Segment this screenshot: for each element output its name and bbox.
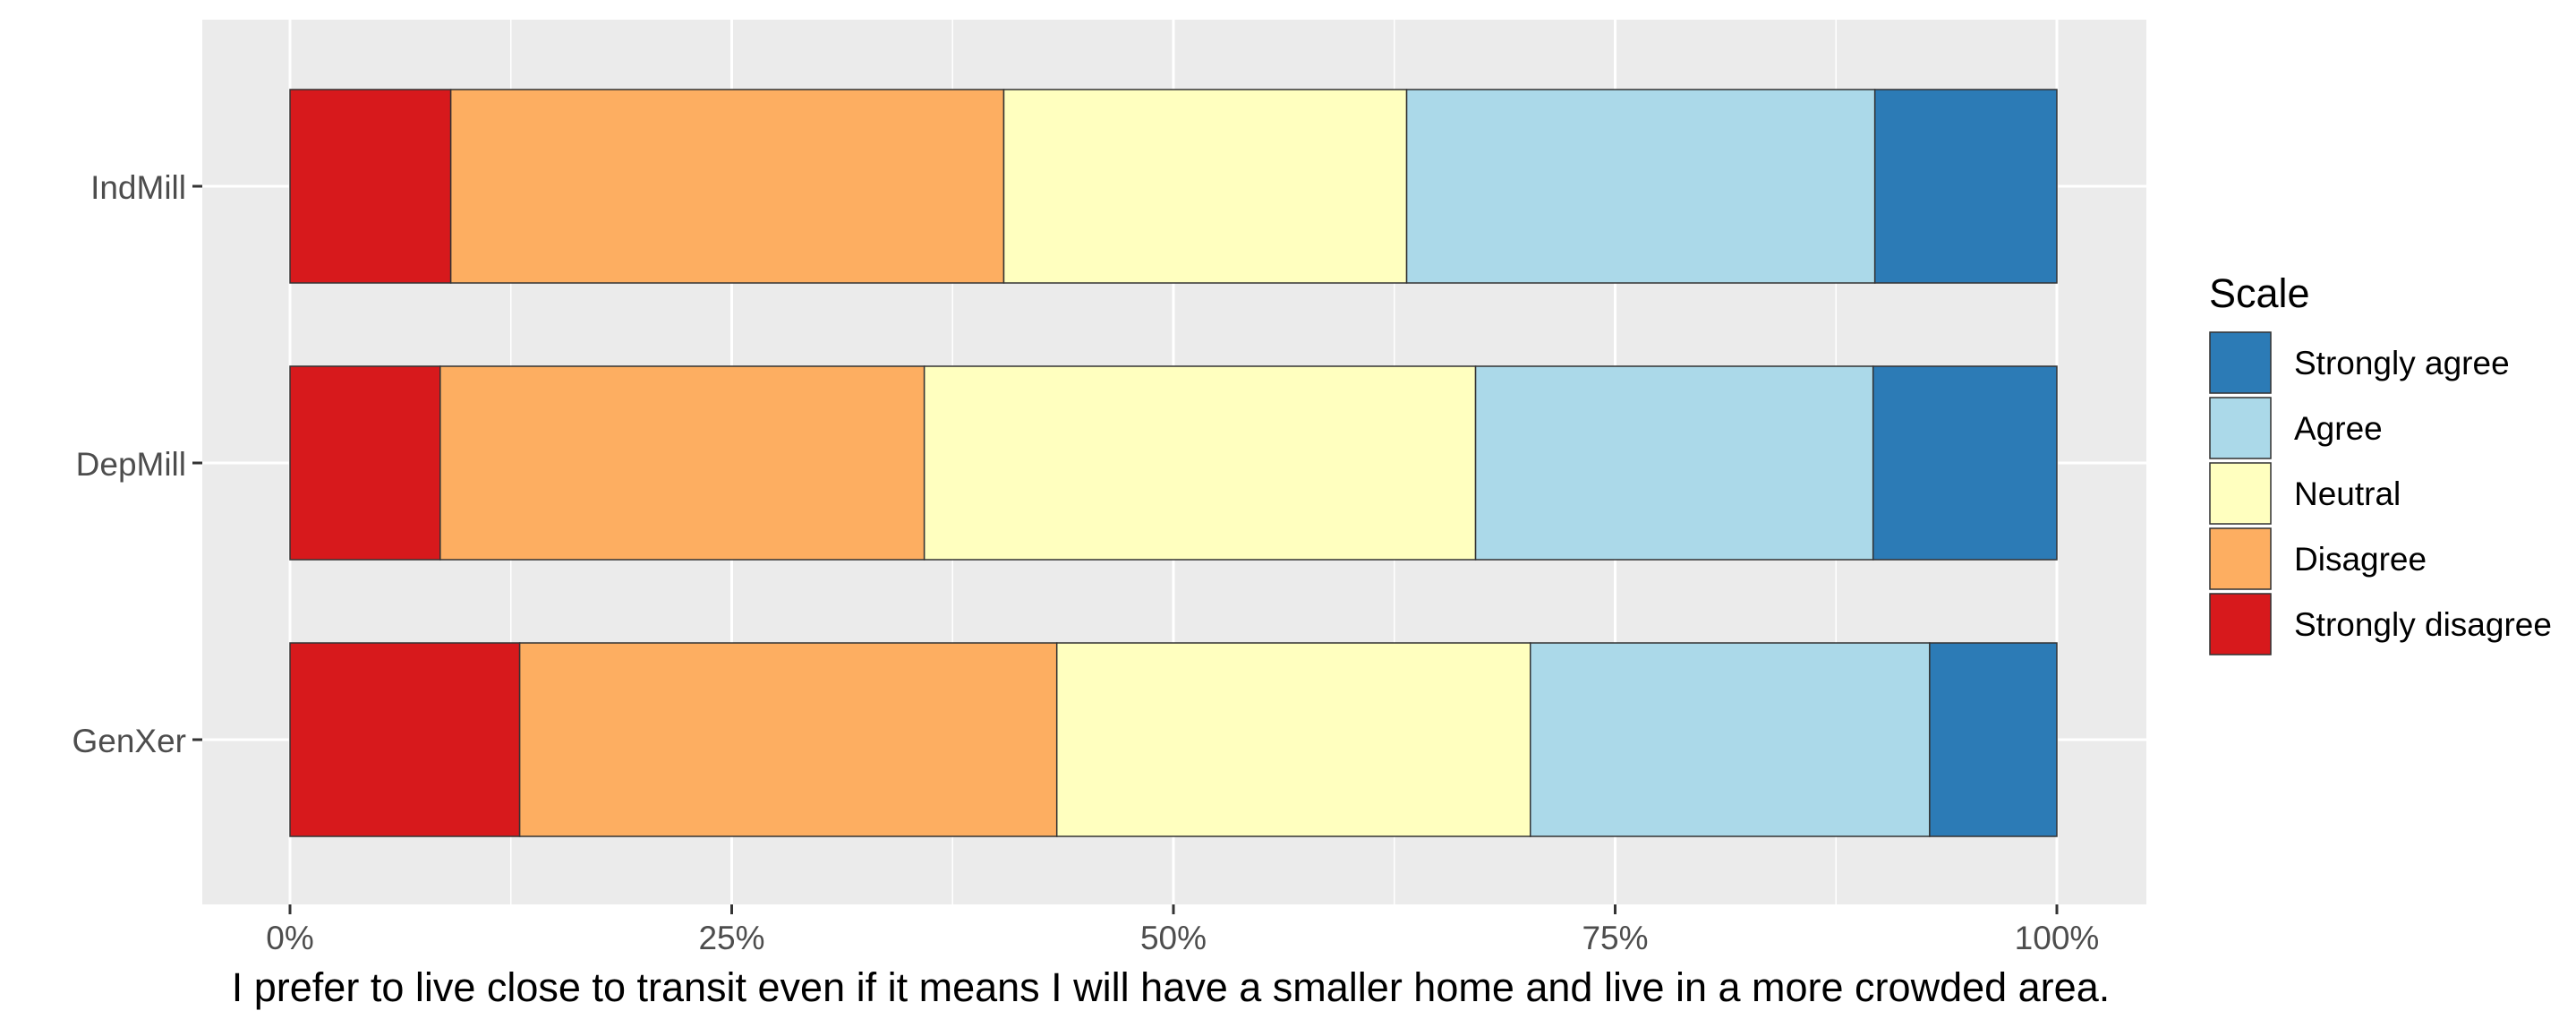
y-axis: IndMill DepMill GenXer [72,169,202,759]
chart: IndMill DepMill GenXer 0% 25% 50% 75% 100% I p… [0,0,2576,1024]
bar-segment-depmill-neutral [923,365,1477,561]
legend-label: Disagree [2294,541,2427,578]
legend-items: Strongly agree Agree Neutral Disagree Strong… [2209,331,2552,655]
bar-segment-genxer-strongly-agree [1929,642,2058,837]
legend-label: Strongly disagree [2294,606,2552,643]
x-axis: 0% 25% 50% 75% 100% [266,904,2099,956]
legend-label: Neutral [2294,475,2401,512]
bar-segment-indmill-strongly-agree [1873,89,2058,284]
bar-segment-depmill-disagree [439,365,925,561]
legend-swatch [2209,527,2272,590]
bar-segment-genxer-neutral [1055,642,1531,837]
x-axis-title: I prefer to live close to transit even i… [232,964,2110,1010]
legend-label: Strongly agree [2294,345,2510,381]
bar-segment-indmill-neutral [1002,89,1408,284]
bar-segment-genxer-strongly-disagree [289,642,521,837]
legend-swatch [2209,331,2272,394]
y-tick-label: IndMill [90,169,186,206]
legend: Scale Strongly agree Agree Neutral Disagree… [2209,270,2552,655]
y-tick-label: DepMill [76,446,186,483]
legend-swatch [2209,397,2272,459]
stacked-bar-chart: IndMill DepMill GenXer 0% 25% 50% 75% 100% I p… [72,20,2552,1010]
bar-segment-depmill-strongly-agree [1872,365,2058,561]
legend-title: Scale [2209,270,2310,316]
bar-segment-depmill-strongly-disagree [289,365,441,561]
x-tick-label: 25% [698,920,764,956]
y-tick-label: GenXer [72,723,186,759]
bar-segment-indmill-strongly-disagree [289,89,452,284]
bar-segment-genxer-agree [1529,642,1931,837]
bar-segment-genxer-disagree [518,642,1058,837]
bars [289,89,2058,837]
bar-segment-indmill-disagree [449,89,1005,284]
x-tick-label: 100% [2015,920,2100,956]
bar-segment-depmill-agree [1474,365,1874,561]
x-tick-label: 0% [266,920,313,956]
x-tick-label: 50% [1140,920,1207,956]
legend-label: Agree [2294,410,2383,447]
legend-swatch [2209,462,2272,525]
x-tick-label: 75% [1582,920,1648,956]
bar-segment-indmill-agree [1405,89,1876,284]
legend-swatch [2209,593,2272,655]
